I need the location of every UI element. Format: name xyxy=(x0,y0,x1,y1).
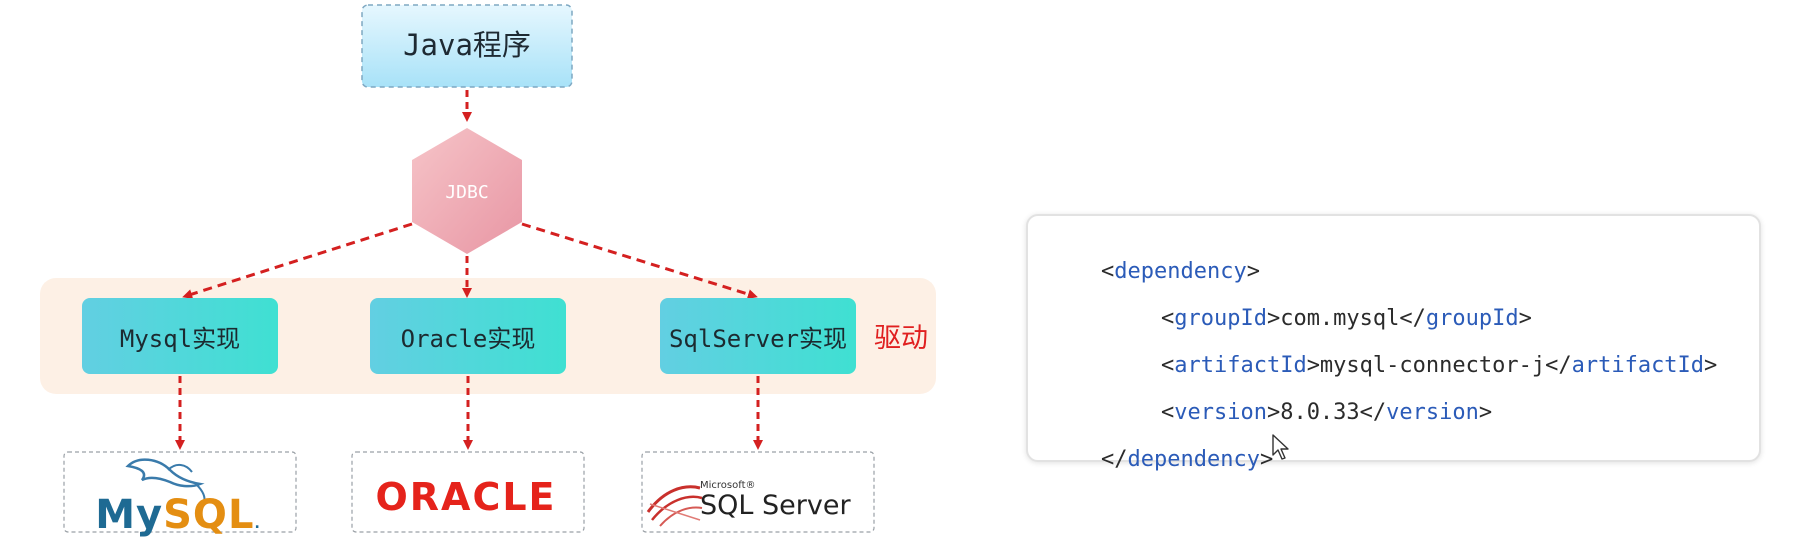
sqlserver-logo-text: SQL Server xyxy=(700,490,851,521)
code-punct: > xyxy=(1704,353,1718,378)
java-program-label: Java程序 xyxy=(403,28,531,62)
jdbc-hub-label: JDBC xyxy=(445,182,488,203)
impl-mysql-label: Mysql实现 xyxy=(120,325,240,353)
code-tag: artifactId xyxy=(1571,353,1705,378)
code-tag: version xyxy=(1386,400,1479,425)
maven-dependency-code-card: <dependency> <groupId>com.mysql</groupId… xyxy=(1026,214,1761,472)
mysql-logo-text: MySQL. xyxy=(95,492,261,538)
driver-label: 驱动 xyxy=(874,323,928,354)
impl-oracle-label: Oracle实现 xyxy=(401,325,536,353)
mouse-pointer-icon xyxy=(1272,434,1289,460)
code-tag: dependency xyxy=(1127,447,1260,472)
code-text: >8.0.33</ xyxy=(1266,400,1387,425)
code-punct: > xyxy=(1478,400,1493,425)
code-line-5: </dependency> xyxy=(1048,422,1273,497)
oracle-logo-text: ORACLE xyxy=(375,475,556,519)
code-punct: </ xyxy=(1100,447,1128,472)
impl-sqlserver-label: SqlServer实现 xyxy=(669,325,847,353)
